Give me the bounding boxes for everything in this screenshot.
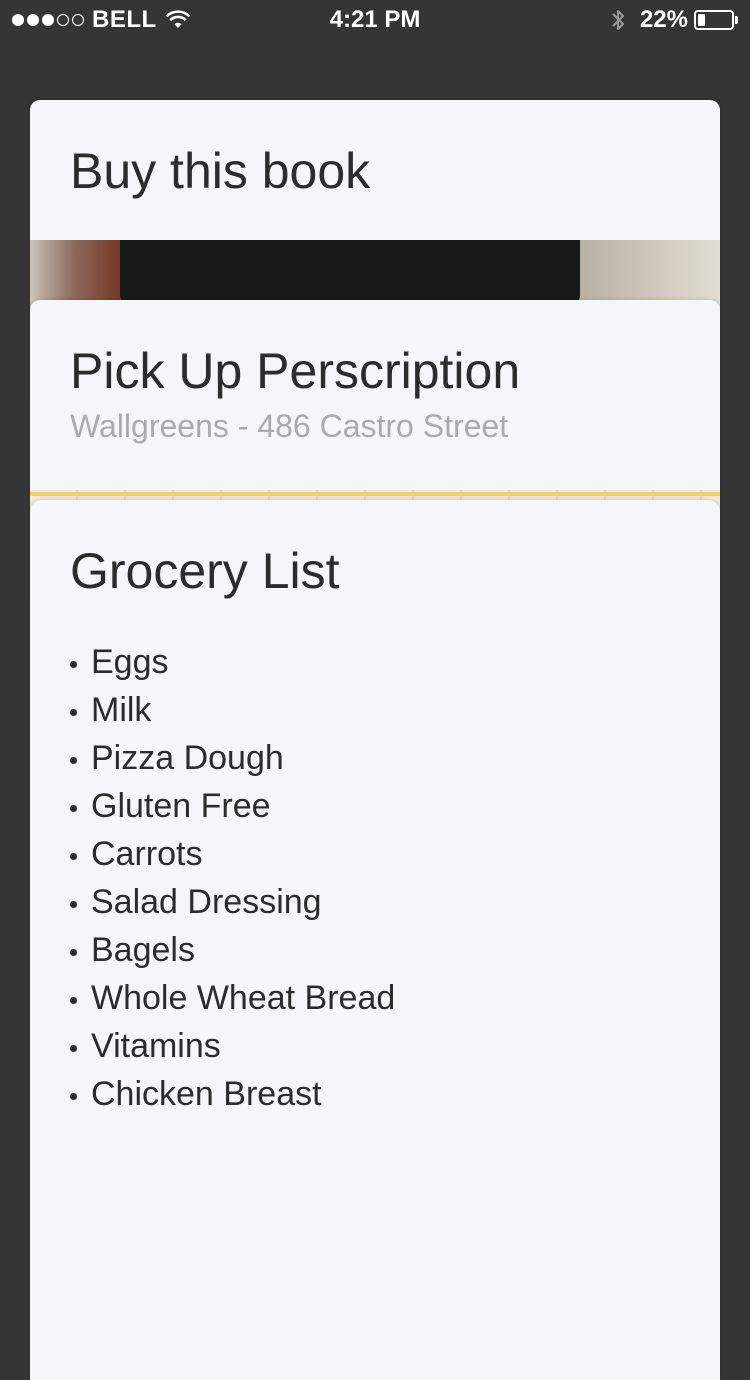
bullet-icon (70, 756, 77, 764)
grocery-item-text: Whole Wheat Bread (91, 979, 396, 1017)
bullet-icon (70, 1044, 77, 1052)
bullet-icon (70, 852, 77, 860)
map-road (30, 492, 720, 496)
bullet-icon (70, 948, 77, 956)
card-subtitle-address: Wallgreens - 486 Castro Street (70, 408, 509, 444)
battery-percentage: 22% (639, 6, 688, 33)
grocery-item-text: Bagels (91, 931, 195, 969)
grocery-item-text: Milk (91, 691, 152, 729)
grocery-list-item: Eggs (70, 638, 395, 686)
grocery-item-text: Chicken Breast (91, 1075, 322, 1113)
status-right: 22% (610, 6, 738, 34)
card-title: Grocery List (70, 543, 340, 599)
grocery-list-item: Carrots (70, 830, 395, 878)
grocery-item-text: Carrots (91, 835, 203, 873)
grocery-list-item: Gluten Free (70, 782, 395, 830)
bluetooth-icon (612, 10, 624, 30)
grocery-item-text: Salad Dressing (91, 883, 322, 921)
bullet-icon (70, 708, 77, 716)
grocery-item-text: Pizza Dough (91, 739, 284, 777)
grocery-item-text: Vitamins (91, 1027, 221, 1065)
bullet-icon (70, 660, 77, 668)
grocery-list-item: Pizza Dough (70, 734, 395, 782)
bullet-icon (70, 804, 77, 812)
grocery-list-item: Vitamins (70, 1022, 395, 1070)
card-title: Buy this book (70, 143, 371, 199)
grocery-list-item: Salad Dressing (70, 878, 395, 926)
grocery-list-item: Chicken Breast (70, 1070, 395, 1118)
bullet-icon (70, 1092, 77, 1100)
grocery-list-item: Milk (70, 686, 395, 734)
bullet-icon (70, 900, 77, 908)
grocery-item-text: Eggs (91, 643, 169, 681)
status-bar: BELL 4:21 PM 22% (0, 0, 750, 40)
grocery-list: Eggs Milk Pizza Dough Gluten Free Carrots Sal… (70, 638, 395, 1118)
grocery-item-text: Gluten Free (91, 787, 271, 825)
battery-fill (698, 14, 705, 26)
card-grocery-list[interactable]: Grocery List Eggs Milk Pizza Dough Gluten F… (30, 500, 720, 1380)
bullet-icon (70, 996, 77, 1004)
battery-tip (735, 16, 738, 24)
battery-icon (694, 10, 738, 30)
grocery-list-item: Whole Wheat Bread (70, 974, 395, 1022)
grocery-list-item: Bagels (70, 926, 395, 974)
card-title: Pick Up Perscription (70, 343, 521, 399)
